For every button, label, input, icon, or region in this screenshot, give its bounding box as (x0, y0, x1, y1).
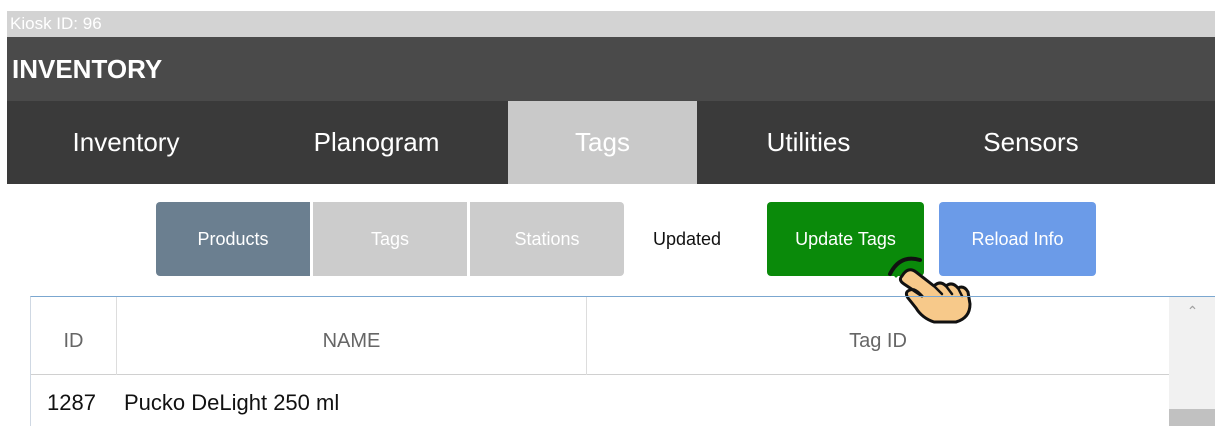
table-row[interactable]: 1287 Pucko DeLight 250 ml (31, 375, 1169, 426)
status-text: Updated (652, 229, 722, 249)
tab-sensors[interactable]: Sensors (920, 101, 1142, 184)
row-id: 1287 (47, 390, 96, 415)
products-button[interactable]: Products (156, 202, 310, 276)
kiosk-id-label: Kiosk ID: 96 (7, 11, 1215, 37)
main-tabs: Inventory Planogram Tags Utilities Senso… (7, 101, 1215, 184)
tags-table: ID NAME Tag ID 1287 Pucko DeLight 250 ml… (30, 296, 1215, 426)
row-name: Pucko DeLight 250 ml (124, 390, 340, 415)
column-header-tag-id[interactable]: Tag ID (587, 297, 1169, 375)
scroll-up-icon[interactable]: ⌃ (1169, 303, 1215, 320)
scroll-thumb[interactable] (1169, 409, 1215, 426)
tab-utilities[interactable]: Utilities (697, 101, 920, 184)
column-header-name[interactable]: NAME (117, 297, 587, 375)
tab-inventory[interactable]: Inventory (7, 101, 245, 184)
column-header-id[interactable]: ID (31, 297, 117, 375)
page-title: INVENTORY (7, 37, 1215, 101)
vertical-scrollbar[interactable]: ⌃ (1169, 297, 1215, 426)
tab-tags[interactable]: Tags (508, 101, 697, 184)
tab-planogram[interactable]: Planogram (245, 101, 508, 184)
table-header: ID NAME Tag ID (31, 297, 1169, 375)
tags-button[interactable]: Tags (313, 202, 467, 276)
stations-button[interactable]: Stations (470, 202, 624, 276)
